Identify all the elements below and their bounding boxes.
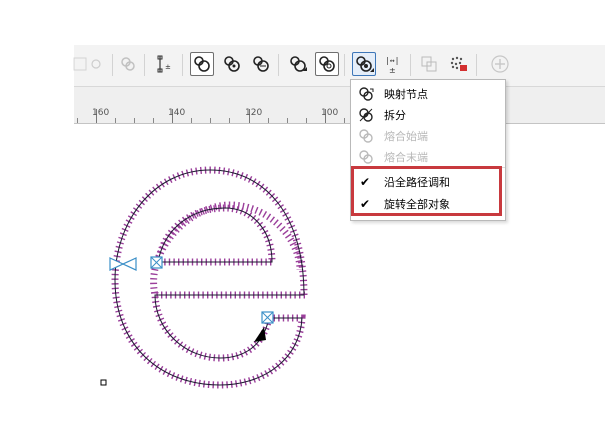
svg-text:±: ± [165, 63, 171, 71]
toolbar-separator [476, 54, 477, 76]
toolbar-separator [410, 54, 411, 76]
start-end-properties-icon[interactable]: |↔| ± [382, 52, 406, 76]
blend-object-icon[interactable] [116, 52, 140, 76]
ruler-label: 100 [321, 108, 339, 118]
drawing-canvas[interactable] [0, 124, 605, 423]
blend-loop-icon[interactable] [220, 52, 244, 76]
menu-item-label: 熔合始端 [384, 129, 428, 143]
menu-item-label: 拆分 [384, 108, 406, 122]
blend-steps-icon[interactable]: ± [154, 52, 178, 76]
inner-lower-path[interactable] [154, 294, 304, 359]
blended-letter-e[interactable] [0, 124, 605, 423]
toolbar-separator [144, 54, 145, 76]
outer-path[interactable] [114, 169, 305, 386]
menu-item-split[interactable]: 拆分 [351, 104, 505, 125]
circle-dot-icon [84, 52, 108, 76]
blend-direction-handle-right[interactable] [121, 257, 137, 271]
menu-item-rotate-all-objects[interactable]: ✔ 旋转全部对象 [351, 193, 505, 214]
more-blend-options-icon[interactable] [352, 52, 376, 76]
selection-handle[interactable] [100, 379, 107, 386]
add-preset-icon[interactable] [488, 52, 512, 76]
menu-item-label: 映射节点 [384, 87, 428, 101]
check-icon: ✔ [360, 174, 371, 189]
split-icon [357, 106, 375, 124]
fuse-end-icon [357, 148, 375, 166]
blend-steps-inner [150, 201, 305, 299]
fuse-start-icon [357, 127, 375, 145]
horizontal-ruler[interactable]: 160 140 120 100 [74, 87, 605, 124]
color-acceleration-icon[interactable] [315, 52, 339, 76]
menu-divider [351, 167, 505, 168]
menu-item-fuse-start[interactable]: 熔合始端 [351, 125, 505, 146]
clear-blend-icon[interactable] [446, 52, 470, 76]
blend-spacing-icon[interactable] [249, 52, 273, 76]
toolbar-separator [112, 54, 113, 76]
blend-steps-bowl [154, 204, 276, 266]
copy-blend-properties-icon[interactable] [417, 52, 441, 76]
svg-text:±: ± [389, 66, 396, 75]
menu-item-label: 沿全路径调和 [384, 175, 450, 189]
cursor-arrow-icon [254, 327, 266, 342]
ruler-label: 160 [92, 108, 110, 118]
toolbar-separator [182, 54, 183, 76]
blend-steps-outer [111, 166, 308, 389]
toolbar-separator [278, 54, 279, 76]
toolbar-separator [344, 54, 345, 76]
ruler-label: 120 [245, 108, 263, 118]
svg-text:|↔|: |↔| [385, 56, 399, 65]
menu-item-blend-along-full-path[interactable]: ✔ 沿全路径调和 [351, 171, 505, 192]
blend-direction-icon[interactable] [190, 52, 214, 76]
check-icon: ✔ [360, 196, 371, 211]
map-nodes-icon [357, 85, 375, 103]
property-bar: ± |↔| ± [73, 45, 605, 87]
object-acceleration-icon[interactable] [286, 52, 310, 76]
ruler-label: 140 [168, 108, 186, 118]
menu-item-label: 旋转全部对象 [384, 197, 450, 211]
more-blend-options-menu: 映射节点 拆分 熔合始端 熔合末端 ✔ 沿全路径调和 ✔ 旋转全部对象 [350, 79, 506, 221]
menu-item-map-nodes[interactable]: 映射节点 [351, 83, 505, 104]
menu-item-fuse-end[interactable]: 熔合末端 [351, 146, 505, 167]
menu-item-label: 熔合末端 [384, 150, 428, 164]
